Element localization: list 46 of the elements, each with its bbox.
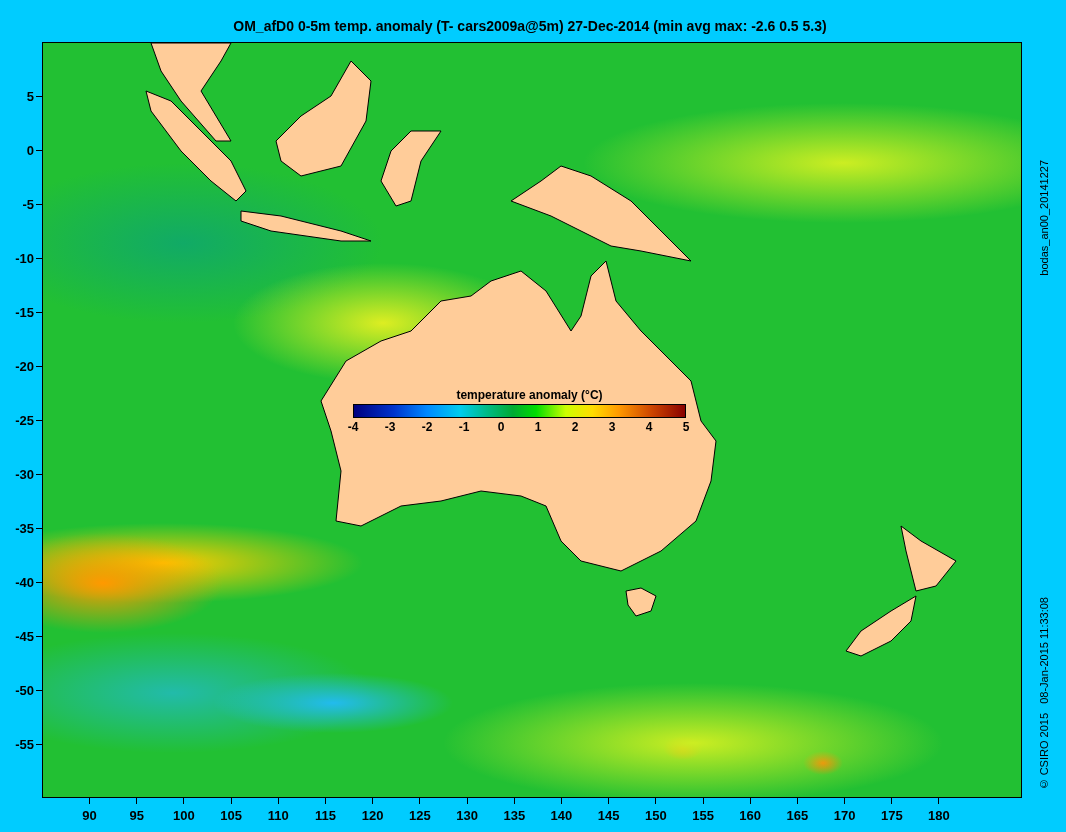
x-axis-label: 135 [503, 808, 526, 823]
x-axis-label: 155 [692, 808, 714, 823]
x-axis-label: 140 [550, 808, 573, 823]
y-axis-label: -40 [15, 574, 34, 590]
legend-tick-label: 0 [496, 420, 506, 434]
x-axis-label: 125 [409, 808, 431, 823]
x-axis-label: 165 [786, 808, 809, 823]
legend-tick-label: 4 [644, 420, 654, 434]
x-axis-label: 95 [129, 808, 144, 823]
x-axis-label: 150 [645, 808, 667, 823]
x-axis-label: 105 [220, 808, 242, 823]
legend-tick-label: -2 [420, 420, 434, 434]
legend-tick-label: -4 [346, 420, 360, 434]
x-axis-label: 90 [82, 808, 97, 823]
legend-tick-label: -1 [457, 420, 471, 434]
y-axis-label: -20 [15, 358, 34, 374]
y-axis-label: 5 [26, 88, 34, 104]
y-axis-label: -55 [15, 736, 34, 752]
legend-tick-label: 3 [607, 420, 617, 434]
plot-title: OM_afD0 0-5m temp. anomaly (T- cars2009a@5m) 27-Dec-2014 (min avg max: -2.6 0.5 5.3) [232, 17, 828, 36]
legend-title: temperature anomaly (°C) [455, 388, 604, 402]
x-axis-label: 120 [361, 808, 384, 823]
side-label: © CSIRO 2015 08-Jan-2015 11:33:08 [1038, 596, 1050, 790]
x-axis-label: 130 [456, 808, 478, 823]
legend-tick-label: 5 [681, 420, 691, 434]
x-axis-label: 145 [597, 808, 620, 823]
x-axis-label: 175 [880, 808, 903, 823]
y-axis-label: -45 [15, 628, 34, 644]
y-axis-label: -10 [15, 250, 34, 266]
x-axis-label: 110 [267, 808, 289, 823]
y-axis-label: -30 [15, 466, 34, 482]
x-axis-label: 170 [833, 808, 856, 823]
legend-tick-label: -3 [383, 420, 397, 434]
y-axis-label: -5 [22, 196, 34, 212]
y-axis-label: -35 [15, 520, 34, 536]
side-label: bodas_an00_20141227 [1038, 160, 1050, 276]
x-axis-label: 160 [739, 808, 762, 823]
legend-tick-label: 2 [570, 420, 580, 434]
y-axis-label: -50 [15, 682, 34, 698]
y-axis-label: -25 [15, 412, 34, 428]
y-axis-label: -15 [15, 304, 34, 320]
x-axis-label: 115 [315, 808, 336, 823]
legend-tick-label: 1 [533, 420, 543, 434]
x-axis-label: 180 [928, 808, 950, 823]
y-axis-label: 0 [26, 142, 34, 158]
x-axis-label: 100 [173, 808, 195, 823]
